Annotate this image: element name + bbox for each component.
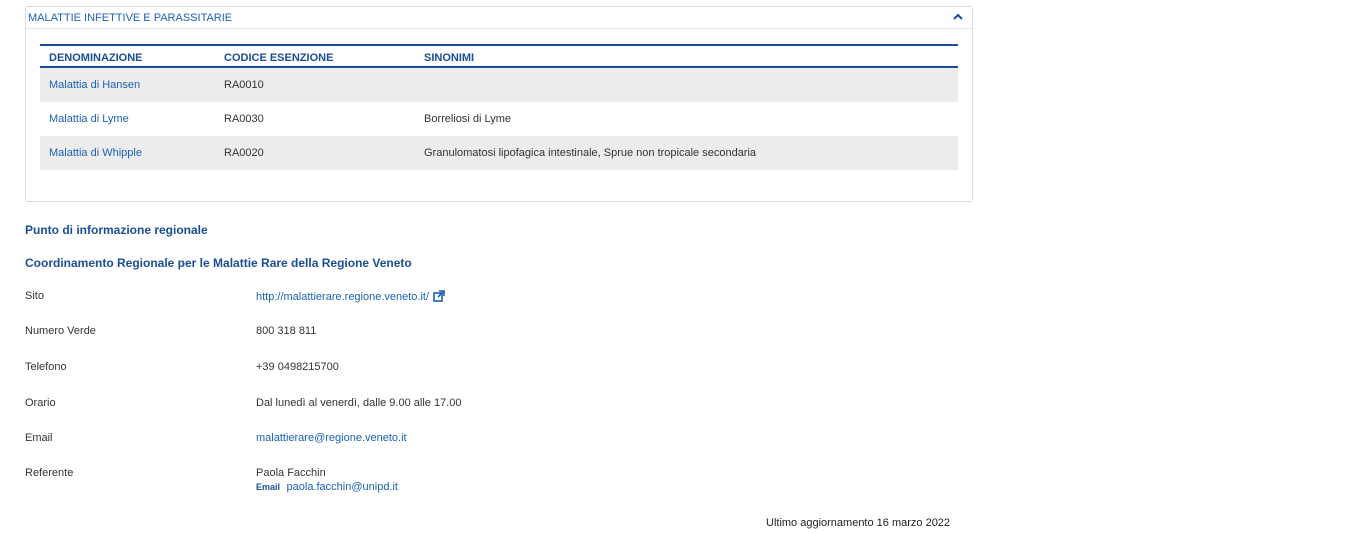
external-link-icon[interactable] bbox=[433, 290, 445, 302]
site-link[interactable]: http://malattierare.regione.veneto.it/ bbox=[256, 290, 445, 303]
accordion-title[interactable]: MALATTIE INFETTIVE E PARASSITARIE bbox=[28, 12, 232, 24]
section-title: Punto di informazione regionale bbox=[25, 223, 208, 237]
table-row: Malattia di Hansen RA0010 bbox=[40, 68, 958, 102]
site-link-text[interactable]: http://malattierare.regione.veneto.it/ bbox=[256, 291, 429, 303]
value-referente: Paola Facchin bbox=[256, 467, 326, 479]
label-sito: Sito bbox=[25, 290, 44, 302]
chevron-up-icon[interactable] bbox=[951, 11, 965, 23]
label-referente: Referente bbox=[25, 467, 74, 479]
table-row: Malattia di Lyme RA0030 Borreliosi di Ly… bbox=[40, 102, 958, 136]
table-row: Malattia di Whipple RA0020 Granulomatosi… bbox=[40, 136, 958, 170]
referente-email-label: Email bbox=[256, 482, 281, 492]
disease-link[interactable]: Malattia di Lyme bbox=[49, 113, 129, 125]
disease-table: DENOMINAZIONE CODICE ESENZIONE SINONIMI … bbox=[40, 44, 958, 170]
value-numero-verde: 800 318 811 bbox=[256, 325, 317, 337]
exemption-code: RA0030 bbox=[224, 113, 264, 125]
value-orario: Dal lunedì al venerdì, dalle 9.00 alle 1… bbox=[256, 397, 462, 409]
column-header-codice-esenzione: CODICE ESENZIONE bbox=[224, 52, 334, 64]
column-header-denominazione: DENOMINAZIONE bbox=[49, 52, 143, 64]
label-telefono: Telefono bbox=[25, 361, 67, 373]
org-title: Coordinamento Regionale per le Malattie … bbox=[25, 256, 412, 270]
table-header: DENOMINAZIONE CODICE ESENZIONE SINONIMI bbox=[40, 44, 958, 68]
referente-email: Email paola.facchin@unipd.it bbox=[256, 481, 398, 493]
disease-link[interactable]: Malattia di Whipple bbox=[49, 147, 142, 159]
label-orario: Orario bbox=[25, 397, 56, 409]
exemption-code: RA0020 bbox=[224, 147, 264, 159]
email-link[interactable]: malattierare@regione.veneto.it bbox=[256, 432, 407, 444]
synonyms: Granulomatosi lipofagica intestinale, Sp… bbox=[424, 147, 757, 159]
value-telefono: +39 0498215700 bbox=[256, 361, 339, 373]
referente-email-link[interactable]: paola.facchin@unipd.it bbox=[287, 481, 398, 493]
exemption-code: RA0010 bbox=[224, 79, 264, 91]
disease-accordion: MALATTIE INFETTIVE E PARASSITARIE DENOMI… bbox=[25, 6, 973, 202]
column-header-sinonimi: SINONIMI bbox=[424, 52, 475, 64]
accordion-header[interactable]: MALATTIE INFETTIVE E PARASSITARIE bbox=[26, 7, 972, 29]
label-numero-verde: Numero Verde bbox=[25, 325, 96, 337]
synonyms: Borreliosi di Lyme bbox=[424, 113, 512, 125]
last-updated: Ultimo aggiornamento 16 marzo 2022 bbox=[766, 517, 951, 529]
label-email: Email bbox=[25, 432, 53, 444]
disease-link[interactable]: Malattia di Hansen bbox=[49, 79, 140, 91]
